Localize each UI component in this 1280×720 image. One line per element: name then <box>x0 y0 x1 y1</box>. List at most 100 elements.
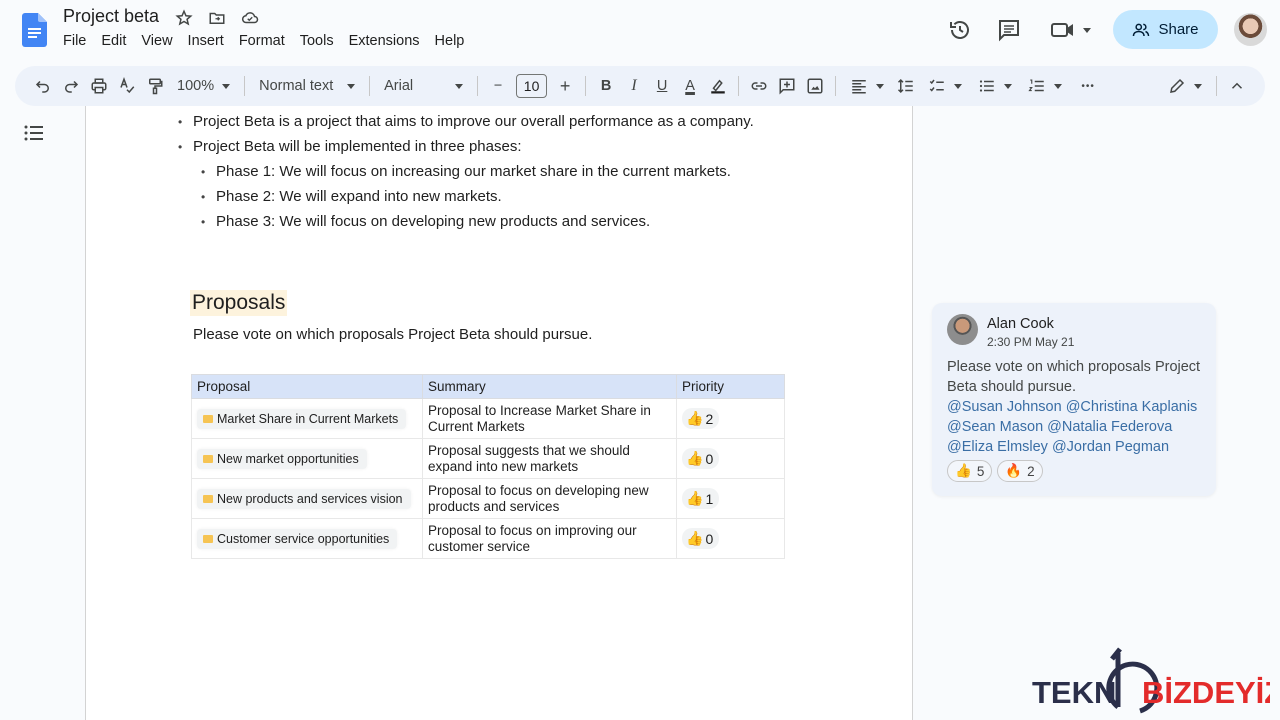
menu-view[interactable]: View <box>140 33 179 49</box>
insert-link-button[interactable] <box>745 72 773 100</box>
vote-chip[interactable]: 👍 0 <box>682 528 720 549</box>
column-header-summary: Summary <box>422 374 677 399</box>
align-dropdown[interactable] <box>842 72 892 100</box>
thumbs-up-icon: 👍 <box>686 410 704 426</box>
toolbar-divider <box>585 76 587 96</box>
share-label: Share <box>1158 21 1199 38</box>
table-row: New market opportunities Proposal sugges… <box>191 438 785 479</box>
star-icon[interactable] <box>174 8 194 28</box>
checklist-dropdown[interactable] <box>920 72 970 100</box>
increase-font-size-button[interactable]: + <box>551 72 579 100</box>
section-description: Please vote on which proposals Project B… <box>193 326 593 343</box>
undo-button[interactable] <box>29 72 57 100</box>
proposal-file-chip[interactable]: Customer service opportunities <box>197 528 398 549</box>
comment-author: Alan Cook <box>987 316 1054 332</box>
vote-count: 0 <box>705 530 714 547</box>
formatting-toolbar: 100% Normal text Arial − 10 + B I U A ••… <box>15 66 1265 106</box>
add-comment-button[interactable] <box>773 72 801 100</box>
proposal-name: New market opportunities <box>217 451 359 466</box>
menu-format[interactable]: Format <box>238 33 292 49</box>
chevron-down-icon <box>222 83 231 89</box>
line-spacing-button[interactable] <box>892 72 920 100</box>
user-avatar[interactable] <box>1234 13 1267 46</box>
bulleted-list-dropdown[interactable] <box>970 72 1020 100</box>
toolbar-divider <box>369 76 371 96</box>
meet-dropdown-caret-icon[interactable] <box>1083 28 1091 33</box>
table-row: Market Share in Current Markets Proposal… <box>191 398 785 439</box>
commenter-avatar <box>947 314 978 345</box>
zoom-dropdown[interactable]: 100% <box>169 72 238 100</box>
reaction-count: 5 <box>976 463 985 479</box>
menu-edit[interactable]: Edit <box>100 33 133 49</box>
proposals-table: Proposal Summary Priority Market Share i… <box>191 374 785 559</box>
document-title[interactable]: Project beta <box>63 6 159 27</box>
font-dropdown[interactable]: Arial <box>376 72 471 100</box>
menu-bar: File Edit View Insert Format Tools Exten… <box>62 33 478 49</box>
column-header-priority: Priority <box>676 374 785 399</box>
italic-button[interactable]: I <box>620 72 648 100</box>
proposal-file-chip[interactable]: New products and services vision <box>197 488 411 509</box>
file-chip-icon <box>203 454 213 463</box>
people-icon <box>1133 23 1150 36</box>
reaction-fire[interactable]: 🔥 2 <box>997 460 1043 482</box>
move-to-folder-icon[interactable] <box>207 8 227 28</box>
document-page[interactable]: Project Beta is a project that aims to i… <box>85 106 913 720</box>
reaction-thumbs-up[interactable]: 👍 5 <box>947 460 993 482</box>
chevron-down-icon <box>1194 83 1202 89</box>
menu-extensions[interactable]: Extensions <box>348 33 427 49</box>
comment-timestamp: 2:30 PM May 21 <box>987 335 1075 349</box>
thumbs-up-icon: 👍 <box>686 530 704 546</box>
menu-tools[interactable]: Tools <box>299 33 341 49</box>
underline-button[interactable]: U <box>648 72 676 100</box>
vote-chip[interactable]: 👍 0 <box>682 448 720 469</box>
proposal-name: New products and services vision <box>217 491 403 506</box>
menu-help[interactable]: Help <box>434 33 472 49</box>
vote-chip[interactable]: 👍 2 <box>682 408 720 429</box>
numbered-list-dropdown[interactable] <box>1020 72 1070 100</box>
list-item: Project Beta will be implemented in thre… <box>178 139 754 164</box>
toolbar-divider <box>477 76 479 96</box>
comment-mentions[interactable]: @Susan Johnson @Christina Kaplanis @Sean… <box>947 397 1212 457</box>
cloud-saved-icon[interactable] <box>240 8 260 28</box>
vote-chip[interactable]: 👍 1 <box>682 488 720 509</box>
list-item: Phase 1: We will focus on increasing our… <box>201 164 754 189</box>
highlight-color-button[interactable] <box>704 72 732 100</box>
menu-insert[interactable]: Insert <box>187 33 231 49</box>
version-history-icon[interactable] <box>948 18 972 42</box>
font-size-input[interactable]: 10 <box>516 74 548 98</box>
google-docs-logo-icon[interactable] <box>22 13 47 47</box>
print-button[interactable] <box>85 72 113 100</box>
reaction-count: 2 <box>1027 463 1035 479</box>
editing-mode-dropdown[interactable] <box>1160 72 1210 100</box>
insert-image-button[interactable] <box>801 72 829 100</box>
bold-button[interactable]: B <box>592 72 620 100</box>
fire-icon: 🔥 <box>1005 463 1023 478</box>
toolbar-divider <box>738 76 740 96</box>
paint-format-button[interactable] <box>141 72 169 100</box>
proposal-summary: Proposal suggests that we should expand … <box>428 442 630 474</box>
decrease-font-size-button[interactable]: − <box>484 72 512 100</box>
proposal-file-chip[interactable]: Market Share in Current Markets <box>197 408 407 429</box>
bulleted-list-icon <box>979 80 994 92</box>
chevron-down-icon <box>1004 83 1013 89</box>
vote-count: 2 <box>705 410 714 427</box>
comments-icon[interactable] <box>997 18 1021 42</box>
file-chip-icon <box>203 534 213 543</box>
title-bar: Project beta File Edit View Insert Forma… <box>0 0 1280 62</box>
redo-button[interactable] <box>57 72 85 100</box>
share-button[interactable]: Share <box>1113 10 1218 49</box>
more-options-button[interactable]: ••• <box>1074 72 1102 100</box>
text-color-button[interactable]: A <box>676 72 704 100</box>
spellcheck-button[interactable] <box>113 72 141 100</box>
paragraph-style-dropdown[interactable]: Normal text <box>251 72 363 100</box>
meet-icon[interactable] <box>1050 18 1078 42</box>
menu-file[interactable]: File <box>62 33 93 49</box>
font-value: Arial <box>384 78 414 94</box>
comment-card[interactable]: Alan Cook 2:30 PM May 21 Please vote on … <box>932 303 1216 496</box>
bulleted-list: Project Beta is a project that aims to i… <box>178 114 754 239</box>
proposal-file-chip[interactable]: New market opportunities <box>197 448 367 469</box>
proposal-summary: Proposal to Increase Market Share in Cur… <box>428 402 651 434</box>
document-outline-icon[interactable] <box>24 124 44 142</box>
toolbar-divider <box>835 76 837 96</box>
hide-menus-button[interactable] <box>1223 72 1251 100</box>
